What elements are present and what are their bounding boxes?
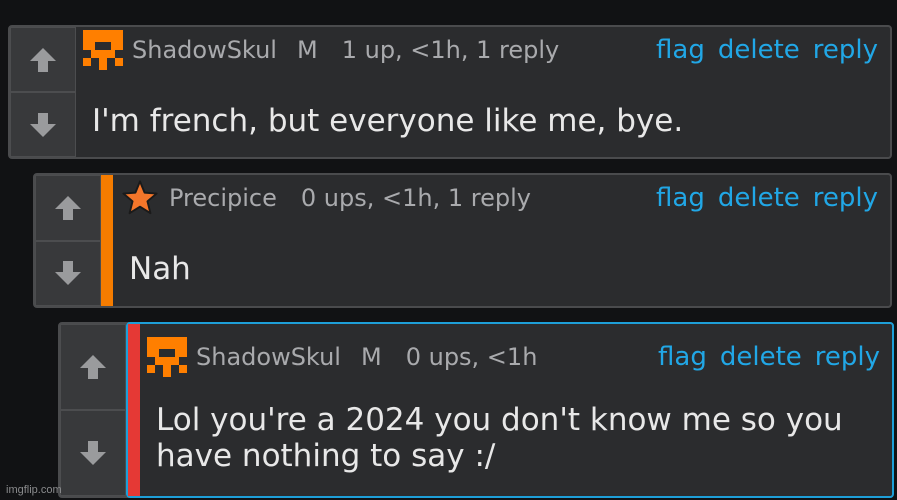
username-link[interactable]: ShadowSkul	[132, 36, 277, 64]
mod-badge: M	[360, 343, 382, 371]
vote-column	[35, 175, 101, 306]
comment-2: Precipice 0 ups, <1h, 1 reply flag delet…	[33, 173, 892, 308]
comment-meta: 1 up, <1h, 1 reply	[341, 36, 560, 64]
flag-link[interactable]: flag	[656, 35, 705, 65]
comment-meta: 0 ups, <1h, 1 reply	[300, 184, 531, 212]
star-icon[interactable]	[115, 175, 165, 221]
upvote-button[interactable]	[10, 27, 76, 92]
comment-3: ShadowSkul M 0 ups, <1h flag delete repl…	[58, 322, 894, 498]
reply-link[interactable]: reply	[815, 342, 880, 372]
vote-column	[10, 27, 76, 157]
flag-link[interactable]: flag	[656, 183, 705, 213]
delete-link[interactable]: delete	[720, 342, 802, 372]
reply-link[interactable]: reply	[813, 183, 878, 213]
reply-link[interactable]: reply	[813, 35, 878, 65]
watermark: imgflip.com	[6, 484, 62, 496]
arrow-up-icon	[55, 195, 81, 220]
username-link[interactable]: Precipice	[169, 184, 277, 212]
comment-body: ShadowSkul M 1 up, <1h, 1 reply flag del…	[78, 27, 890, 157]
upvote-button[interactable]	[60, 324, 126, 410]
mod-badge: M	[296, 36, 318, 64]
comment-text: I'm french, but everyone like me, bye.	[92, 103, 684, 139]
comment-meta: 0 ups, <1h	[405, 343, 538, 371]
vote-column	[60, 324, 126, 496]
arrow-down-icon	[30, 112, 56, 137]
delete-link[interactable]: delete	[718, 183, 800, 213]
pixel-skull-avatar-icon[interactable]	[78, 27, 128, 73]
downvote-button[interactable]	[10, 92, 76, 157]
comment-body: Precipice 0 ups, <1h, 1 reply flag delet…	[115, 175, 890, 306]
selected-comment-panel: ShadowSkul M 0 ups, <1h flag delete repl…	[126, 322, 894, 498]
thread-stripe	[128, 324, 140, 496]
arrow-up-icon	[30, 47, 56, 72]
comment-actions: flag delete reply	[656, 175, 878, 221]
delete-link[interactable]: delete	[718, 35, 800, 65]
arrow-up-icon	[80, 355, 106, 379]
arrow-down-icon	[80, 441, 106, 465]
pixel-skull-avatar-icon[interactable]	[142, 334, 192, 380]
comment-body: ShadowSkul M 0 ups, <1h flag delete repl…	[142, 324, 892, 496]
comment-actions: flag delete reply	[658, 334, 880, 380]
flag-link[interactable]: flag	[658, 342, 707, 372]
upvote-button[interactable]	[35, 175, 101, 241]
arrow-down-icon	[55, 261, 81, 286]
comment-actions: flag delete reply	[656, 27, 878, 73]
thread-stripe	[101, 175, 113, 306]
comment-text: Lol you're a 2024 you don't know me so y…	[156, 402, 843, 474]
downvote-button[interactable]	[35, 240, 101, 306]
comment-1: ShadowSkul M 1 up, <1h, 1 reply flag del…	[8, 25, 892, 159]
username-link[interactable]: ShadowSkul	[196, 343, 341, 371]
comment-text: Nah	[129, 251, 191, 287]
downvote-button[interactable]	[60, 410, 126, 496]
